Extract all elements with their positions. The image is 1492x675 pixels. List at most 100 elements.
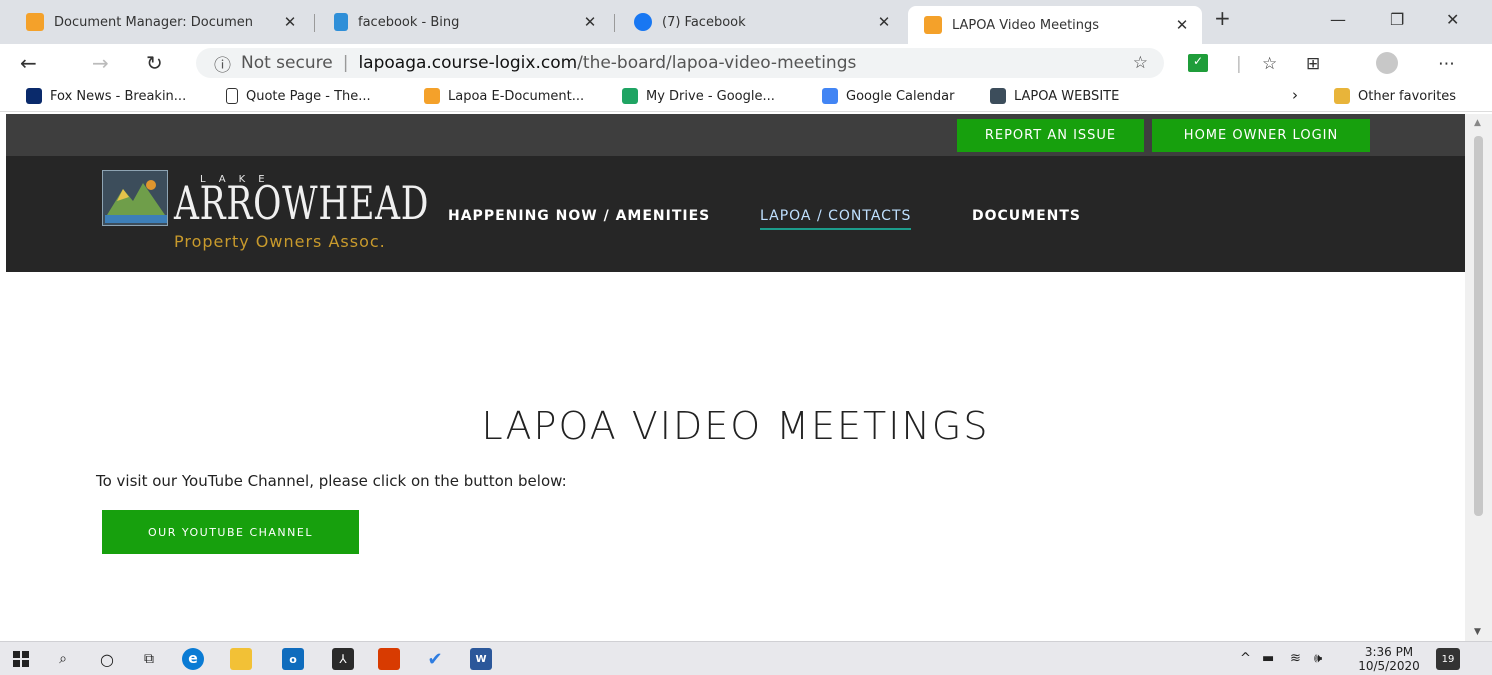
- task-view-icon[interactable]: ⧉: [138, 648, 160, 670]
- bookmark-label: LAPOA WEBSITE: [1014, 88, 1120, 104]
- security-label[interactable]: Not secure: [241, 53, 333, 73]
- tab-document-manager[interactable]: Document Manager: Documen ✕: [10, 6, 310, 38]
- nav-happening-now[interactable]: HAPPENING NOW / AMENITIES: [448, 208, 710, 224]
- more-menu-icon[interactable]: ⋯: [1438, 54, 1455, 74]
- nav-lapoa-contacts[interactable]: LAPOA / CONTACTS: [760, 208, 912, 230]
- tab-title: (7) Facebook: [662, 14, 746, 30]
- tab-title: LAPOA Video Meetings: [952, 17, 1100, 33]
- address-divider: |: [342, 53, 349, 73]
- joomla-icon: [26, 13, 44, 31]
- utility-bar: REPORT AN ISSUE HOME OWNER LOGIN: [6, 114, 1465, 156]
- forward-icon[interactable]: →: [92, 51, 109, 75]
- bookmark-lapoa-website[interactable]: LAPOA WEBSITE: [990, 88, 1119, 104]
- page-scrollbar[interactable]: ▲ ▼: [1465, 114, 1492, 641]
- close-window-icon[interactable]: ✕: [1446, 10, 1459, 29]
- bookmark-label: Lapoa E-Document...: [448, 88, 585, 104]
- system-clock[interactable]: 3:36 PM 10/5/2020: [1352, 645, 1426, 673]
- home-owner-login-button[interactable]: HOME OWNER LOGIN: [1152, 119, 1370, 152]
- bookmark-label: My Drive - Google...: [646, 88, 775, 104]
- fox-news-icon: [26, 88, 42, 104]
- outlook-icon[interactable]: o: [282, 648, 304, 670]
- bookmark-label: Google Calendar: [846, 88, 955, 104]
- clock-date: 10/5/2020: [1358, 659, 1420, 673]
- favorite-star-icon[interactable]: ☆: [1133, 53, 1148, 73]
- info-icon[interactable]: ⓘ: [214, 51, 231, 76]
- word-icon[interactable]: W: [470, 648, 492, 670]
- bookmark-label: Quote Page - The...: [246, 88, 371, 104]
- folder-icon: [1334, 88, 1350, 104]
- google-calendar-icon: [822, 88, 838, 104]
- close-tab-icon[interactable]: ✕: [580, 13, 600, 31]
- bookmark-fox-news[interactable]: Fox News - Breakin...: [26, 88, 186, 104]
- tab-lapoa-video-meetings[interactable]: LAPOA Video Meetings ✕: [908, 6, 1202, 44]
- logo-arrowhead-text: ARROWHEAD: [174, 176, 430, 230]
- close-tab-icon[interactable]: ✕: [874, 13, 894, 31]
- other-favorites-label: Other favorites: [1358, 88, 1457, 104]
- windows-start-icon[interactable]: [10, 648, 32, 670]
- toolbar-divider: |: [1236, 54, 1242, 74]
- notification-count: 19: [1441, 653, 1455, 665]
- refresh-icon[interactable]: ↻: [146, 51, 163, 75]
- tab-divider: [314, 14, 315, 32]
- scroll-thumb[interactable]: [1474, 136, 1483, 516]
- address-toolbar: ← → ↻ ⓘ Not secure | lapoaga.course-logi…: [0, 44, 1492, 82]
- extension-check-icon[interactable]: ✓: [1188, 54, 1208, 72]
- search-icon[interactable]: ⌕: [52, 648, 74, 670]
- bookmark-my-drive[interactable]: My Drive - Google...: [622, 88, 775, 104]
- tab-bar: Document Manager: Documen ✕ facebook - B…: [0, 0, 1492, 44]
- bookmark-google-calendar[interactable]: Google Calendar: [822, 88, 954, 104]
- logo-poa-text: Property Owners Assoc.: [174, 232, 386, 251]
- notification-center-icon[interactable]: 19: [1436, 648, 1460, 670]
- tab-title: facebook - Bing: [358, 14, 460, 30]
- file-explorer-icon[interactable]: [230, 648, 252, 670]
- nav-documents[interactable]: DOCUMENTS: [972, 208, 1081, 224]
- windows-taskbar: ⌕ ○ ⧉ e o ⅄ ✔ W ^ ▬ ≋ 🕪 3:36 PM 10/5/202…: [0, 641, 1492, 675]
- site-header: LAKE ARROWHEAD Property Owners Assoc. HA…: [6, 156, 1465, 272]
- back-icon[interactable]: ←: [20, 51, 37, 75]
- page-icon: [226, 88, 238, 104]
- restore-icon[interactable]: ❐: [1390, 10, 1404, 29]
- clock-time: 3:36 PM: [1364, 645, 1414, 659]
- youtube-channel-button[interactable]: OUR YOUTUBE CHANNEL: [102, 510, 359, 554]
- facebook-icon: [634, 13, 652, 31]
- edge-icon[interactable]: e: [182, 648, 204, 670]
- tab-facebook[interactable]: (7) Facebook ✕: [618, 6, 904, 38]
- new-tab-icon[interactable]: +: [1214, 6, 1231, 30]
- tab-bing[interactable]: facebook - Bing ✕: [318, 6, 610, 38]
- close-tab-icon[interactable]: ✕: [280, 13, 300, 31]
- favorites-bar: Fox News - Breakin... Quote Page - The..…: [0, 82, 1492, 112]
- wifi-icon[interactable]: ≋: [1290, 651, 1301, 666]
- other-favorites[interactable]: Other favorites: [1334, 88, 1456, 104]
- url-path: /the-board/lapoa-video-meetings: [577, 53, 857, 73]
- close-tab-icon[interactable]: ✕: [1172, 16, 1192, 34]
- volume-icon[interactable]: 🕪: [1314, 651, 1322, 666]
- mountain-lake-logo-icon: [102, 170, 168, 226]
- battery-icon[interactable]: ▬: [1262, 651, 1274, 666]
- page-title: LAPOA VIDEO MEETINGS: [481, 404, 990, 448]
- url-host: lapoaga.course-logix.com: [358, 53, 578, 73]
- address-bar[interactable]: ⓘ Not secure | lapoaga.course-logix.com …: [196, 48, 1164, 78]
- scroll-up-icon[interactable]: ▲: [1474, 118, 1481, 128]
- bookmark-quote-page[interactable]: Quote Page - The...: [226, 88, 371, 104]
- todo-icon[interactable]: ✔: [424, 648, 446, 670]
- show-hidden-icons-icon[interactable]: ^: [1240, 651, 1251, 666]
- bookmarks-overflow-icon[interactable]: ›: [1292, 86, 1298, 104]
- collections-icon[interactable]: ⊞: [1306, 54, 1320, 74]
- tab-divider: [614, 14, 615, 32]
- report-issue-button[interactable]: REPORT AN ISSUE: [957, 119, 1144, 152]
- joomla-icon: [424, 88, 440, 104]
- minimize-icon[interactable]: —: [1330, 10, 1346, 29]
- tab-title: Document Manager: Documen: [54, 14, 253, 30]
- joomla-icon: [924, 16, 942, 34]
- bing-icon: [334, 13, 348, 31]
- office-icon[interactable]: [378, 648, 400, 670]
- acrobat-icon[interactable]: ⅄: [332, 648, 354, 670]
- web-page: REPORT AN ISSUE HOME OWNER LOGIN LAKE AR…: [6, 114, 1465, 641]
- scroll-down-icon[interactable]: ▼: [1474, 627, 1481, 637]
- bookmark-lapoa-edocument[interactable]: Lapoa E-Document...: [424, 88, 584, 104]
- favorites-icon[interactable]: ☆: [1262, 54, 1277, 74]
- lapoa-logo[interactable]: LAKE ARROWHEAD Property Owners Assoc.: [102, 168, 428, 251]
- lapoa-icon: [990, 88, 1006, 104]
- profile-avatar[interactable]: [1376, 52, 1398, 74]
- cortana-icon[interactable]: ○: [96, 648, 118, 670]
